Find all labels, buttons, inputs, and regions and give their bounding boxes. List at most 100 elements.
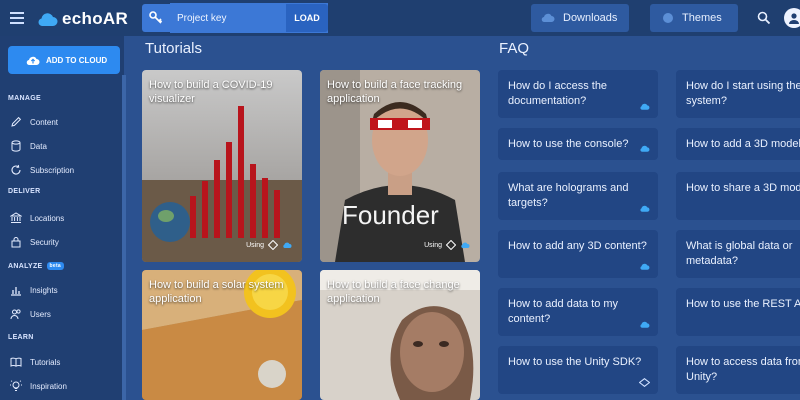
- cloud-logo-icon: [38, 13, 58, 26]
- faq-card[interactable]: What are holograms and targets?: [498, 172, 658, 220]
- cloud-download-icon: [541, 13, 555, 23]
- shirt-text: Founder: [342, 200, 439, 230]
- add-to-cloud-button[interactable]: ADD TO CLOUD: [8, 46, 120, 74]
- tutorial-card-title: How to build a solar system application: [149, 279, 284, 305]
- lock-icon: [11, 237, 21, 248]
- cloud-icon: [640, 103, 650, 110]
- tutorial-card-title: How to build a face change application: [327, 279, 460, 305]
- user-icon: [789, 13, 799, 24]
- themes-label: Themes: [682, 12, 722, 24]
- sidebar-item-inspiration[interactable]: Inspiration: [10, 380, 67, 392]
- tutorials-heading: Tutorials: [145, 40, 202, 57]
- faq-card[interactable]: How do I access the documentation?: [498, 70, 658, 118]
- hamburger-menu-icon[interactable]: [10, 12, 24, 24]
- tutorial-card-using: Using: [246, 240, 292, 250]
- faq-question: How to use the console?: [508, 138, 629, 150]
- tutorial-card-solar-system[interactable]: How to build a solar system application: [142, 270, 302, 400]
- sidebar-item-content[interactable]: Content: [10, 116, 58, 128]
- cloud-icon: [640, 205, 650, 212]
- sidebar-item-label: Data: [30, 141, 47, 151]
- faq-card[interactable]: How to add data to my content?: [498, 288, 658, 336]
- sidebar-item-label: Security: [30, 237, 59, 247]
- themes-button[interactable]: Themes: [650, 4, 738, 32]
- unity-icon: [639, 378, 650, 387]
- user-avatar[interactable]: [784, 8, 800, 28]
- cloud-icon: [461, 242, 470, 248]
- cloud-icon: [640, 321, 650, 328]
- brand-name: echoAR: [62, 9, 129, 28]
- faq-question: How to add a 3D model?: [686, 138, 800, 150]
- add-to-cloud-label: ADD TO CLOUD: [46, 55, 108, 65]
- faq-question: How to add data to my content?: [508, 298, 619, 325]
- tutorial-card-title: How to build a COVID-19 visualizer: [149, 79, 273, 105]
- faq-card[interactable]: How to add a 3D model?: [676, 128, 800, 160]
- section-label-learn: LEARN: [8, 334, 34, 341]
- faq-card[interactable]: How to add any 3D content?: [498, 230, 658, 278]
- pencil-icon: [11, 116, 22, 127]
- sidebar-item-label: Content: [30, 117, 59, 127]
- sidebar-item-label: Insights: [30, 285, 58, 295]
- downloads-label: Downloads: [563, 12, 618, 24]
- load-button[interactable]: LOAD: [286, 4, 328, 32]
- sidebar-item-label: Tutorials: [30, 357, 61, 367]
- bank-icon: [10, 212, 22, 223]
- section-label-analyze-text: ANALYZE: [8, 262, 43, 270]
- faq-question: How to use the Unity SDK?: [508, 356, 642, 368]
- faq-question: How to access data from in Unity?: [686, 356, 800, 383]
- beta-badge: beta: [46, 262, 64, 270]
- section-label-deliver: DELIVER: [8, 188, 41, 195]
- bulb-icon: [10, 380, 22, 391]
- brand-logo[interactable]: echoAR: [36, 9, 128, 29]
- faq-card[interactable]: How to use the REST API?: [676, 288, 800, 336]
- sidebar-item-tutorials[interactable]: Tutorials: [10, 356, 60, 368]
- faq-question: How do I start using the system?: [686, 80, 800, 107]
- downloads-button[interactable]: Downloads: [531, 4, 629, 32]
- sidebar-scrollbar[interactable]: [122, 75, 126, 400]
- faq-heading: FAQ: [499, 40, 530, 57]
- sidebar-item-insights[interactable]: Insights: [10, 284, 58, 296]
- using-label: Using: [424, 241, 442, 249]
- faq-question: How do I access the documentation?: [508, 80, 608, 107]
- using-label: Using: [246, 241, 264, 249]
- palette-icon: [663, 13, 673, 23]
- key-icon: [142, 4, 170, 32]
- sidebar-item-label: Inspiration: [30, 381, 67, 391]
- section-label-analyze: ANALYZE beta: [8, 262, 64, 270]
- faq-card[interactable]: How to use the console?: [498, 128, 658, 160]
- section-label-manage: MANAGE: [8, 95, 41, 102]
- sidebar-item-data[interactable]: Data: [10, 140, 47, 152]
- chart-icon: [11, 287, 21, 296]
- tutorial-card-covid[interactable]: How to build a COVID-19 visualizer Using: [142, 70, 302, 262]
- refresh-icon: [11, 164, 21, 175]
- unity-icon: [268, 240, 278, 250]
- sidebar-item-label: Users: [30, 309, 51, 319]
- sidebar-item-security[interactable]: Security: [10, 236, 59, 248]
- faq-card[interactable]: What is global data or metadata?: [676, 230, 800, 278]
- faq-card[interactable]: How to use the Unity SDK?: [498, 346, 658, 394]
- data-icon: [11, 140, 21, 152]
- cloud-icon: [283, 242, 292, 248]
- faq-question: How to add any 3D content?: [508, 240, 647, 252]
- search-icon[interactable]: [757, 11, 771, 25]
- tutorial-card-face-tracking[interactable]: How to build a face tracking application…: [320, 70, 480, 262]
- sidebar-item-subscription[interactable]: Subscription: [10, 164, 74, 176]
- cloud-icon: [640, 263, 650, 270]
- faq-card[interactable]: How to access data from in Unity?: [676, 346, 800, 394]
- faq-question: What are holograms and targets?: [508, 182, 629, 209]
- tutorial-card-title: How to build a face tracking application: [327, 79, 463, 105]
- users-icon: [10, 309, 21, 320]
- faq-question: How to use the REST API?: [686, 298, 800, 310]
- sidebar-item-label: Locations: [30, 213, 65, 223]
- faq-card[interactable]: How to share a 3D model?: [676, 172, 800, 220]
- sidebar-item-locations[interactable]: Locations: [10, 212, 64, 224]
- book-icon: [10, 357, 22, 367]
- unity-icon: [446, 240, 456, 250]
- tutorial-card-face-change[interactable]: How to build a face change application: [320, 270, 480, 400]
- cloud-icon: [640, 145, 650, 152]
- tutorial-card-using: Using: [424, 240, 470, 250]
- faq-question: How to share a 3D model?: [686, 182, 800, 194]
- faq-question: What is global data or metadata?: [686, 240, 793, 267]
- cloud-upload-icon: [26, 56, 40, 65]
- sidebar-item-users[interactable]: Users: [10, 308, 51, 320]
- faq-card[interactable]: How do I start using the system?: [676, 70, 800, 118]
